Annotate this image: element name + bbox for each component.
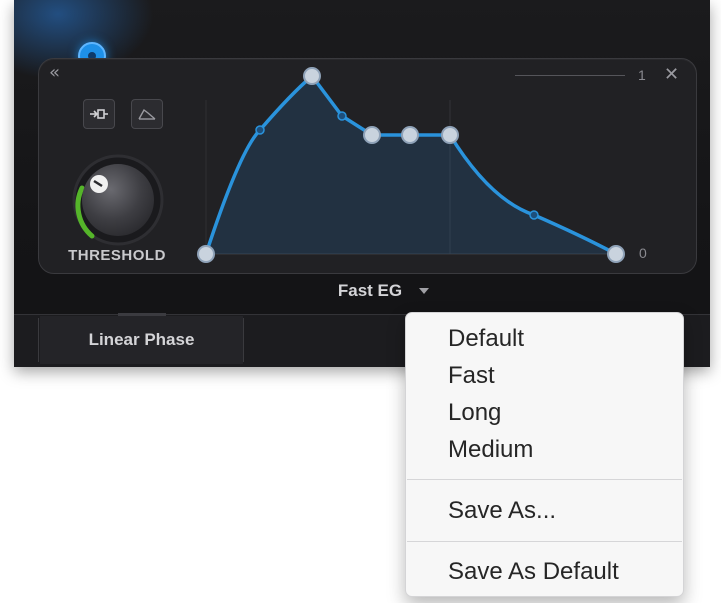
menu-item-save-as-default[interactable]: Save As Default bbox=[448, 557, 619, 587]
double-chevron-left-icon[interactable]: « bbox=[49, 64, 60, 82]
tab-divider bbox=[38, 318, 39, 362]
envelope-node bbox=[401, 126, 419, 144]
threshold-knob[interactable] bbox=[66, 148, 170, 252]
preset-dropdown-menu: Default Fast Long Medium Save As... Save… bbox=[405, 312, 684, 597]
chevron-down-icon[interactable] bbox=[419, 288, 429, 294]
menu-item-long[interactable]: Long bbox=[448, 398, 501, 428]
envelope-node bbox=[303, 67, 321, 85]
menu-item-default[interactable]: Default bbox=[448, 324, 524, 354]
envelope-shape-button[interactable] bbox=[131, 99, 163, 129]
close-icon[interactable]: ✕ bbox=[664, 64, 679, 85]
sidechain-button[interactable] bbox=[83, 99, 115, 129]
menu-item-fast[interactable]: Fast bbox=[448, 361, 495, 391]
curve-handle bbox=[255, 125, 265, 135]
menu-item-save-as[interactable]: Save As... bbox=[448, 496, 556, 526]
curve-handle bbox=[529, 210, 539, 220]
envelope-node bbox=[197, 245, 215, 263]
menu-separator bbox=[407, 479, 682, 480]
tab-divider bbox=[243, 318, 244, 362]
envelope-node bbox=[441, 126, 459, 144]
envelope-shape-icon bbox=[138, 108, 156, 120]
menu-separator bbox=[407, 541, 682, 542]
sidechain-icon bbox=[90, 109, 108, 119]
envelope-node bbox=[363, 126, 381, 144]
envelope-fill bbox=[206, 76, 616, 254]
tab-linear-phase[interactable]: Linear Phase bbox=[40, 313, 243, 364]
envelope-graph[interactable] bbox=[190, 60, 650, 270]
envelope-node bbox=[607, 245, 625, 263]
menu-item-medium[interactable]: Medium bbox=[448, 435, 533, 465]
curve-handle bbox=[337, 111, 347, 121]
threshold-label: THRESHOLD bbox=[68, 247, 166, 264]
